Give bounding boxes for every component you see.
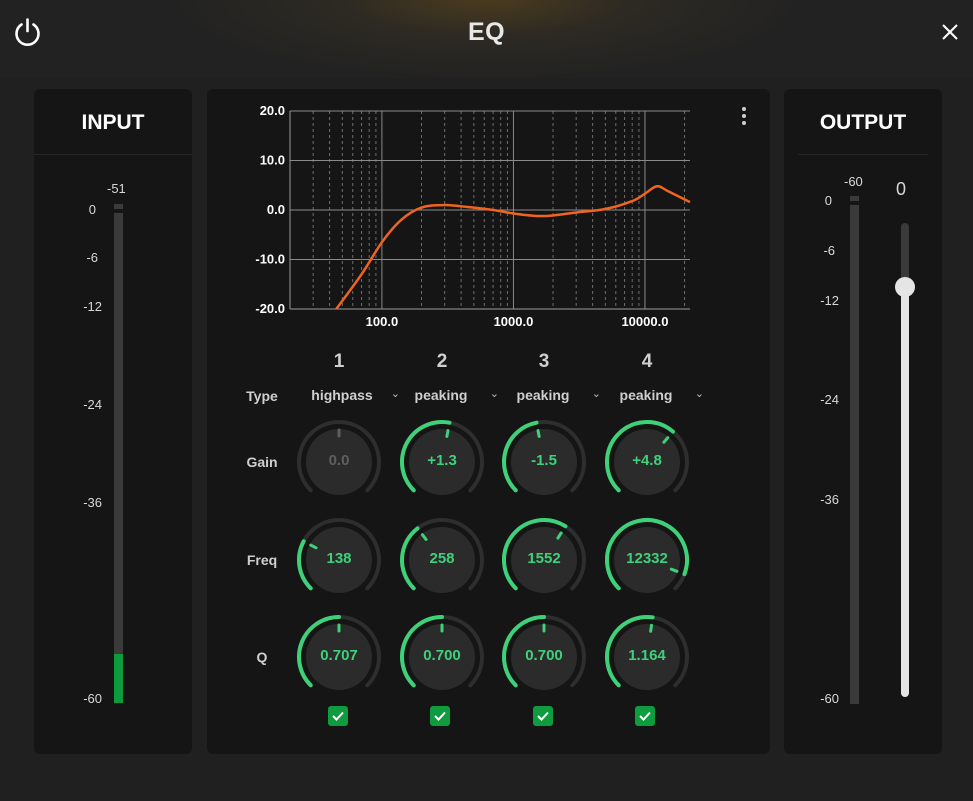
band-2-gain-value: +1.3 (427, 452, 457, 469)
output-peak-indicator (850, 196, 859, 201)
input-peak-value: -51 (107, 181, 126, 196)
eq-window: EQ INPUT -51 0 -6 -12 -24 -36 -60 20.0 10 (0, 0, 973, 801)
band-1-type-select[interactable]: highpass ⌄ (302, 385, 400, 407)
band-number-3: 3 (538, 351, 550, 372)
band-3-type-select[interactable]: peaking ⌄ (503, 385, 601, 407)
band-2-gain-knob[interactable]: +1.3 (396, 416, 488, 508)
input-panel: INPUT -51 0 -6 -12 -24 -36 -60 (34, 89, 192, 754)
band-number-4: 4 (641, 351, 653, 372)
input-scale-label: -36 (83, 495, 102, 510)
divider (34, 154, 192, 155)
input-scale-label: -60 (83, 691, 102, 706)
output-scale-label: -6 (823, 243, 835, 258)
output-gain-value: 0 (896, 179, 907, 199)
power-icon[interactable] (10, 15, 45, 50)
band-2-q-value: 0.700 (423, 647, 461, 664)
divider (798, 154, 928, 155)
output-scale-label: 0 (824, 193, 832, 208)
x-tick-label: 1000.0 (494, 314, 534, 329)
output-level-meter (850, 205, 859, 704)
band-3-q-value: 0.700 (525, 647, 563, 664)
x-tick-label: 10000.0 (621, 314, 668, 329)
input-scale-label: -6 (86, 250, 98, 265)
band-number-2: 2 (436, 351, 448, 372)
output-gain-slider-fill (901, 287, 909, 697)
output-scale-label: -24 (820, 392, 839, 407)
band-4-q-knob[interactable]: 1.164 (601, 611, 693, 703)
output-title: OUTPUT (819, 111, 907, 134)
input-peak-indicator (114, 204, 123, 209)
more-vertical-icon[interactable] (738, 106, 750, 128)
band-3-freq-knob[interactable]: 1552 (498, 514, 590, 606)
input-level-meter (114, 213, 123, 703)
band-4-freq-knob[interactable]: 12332 (601, 514, 693, 606)
title-bar: EQ (0, 0, 973, 78)
band-2-type-select[interactable]: peaking ⌄ (401, 385, 499, 407)
output-peak-value: -60 (844, 174, 863, 189)
type-row-label: Type (246, 388, 278, 404)
band-1-q-value: 0.707 (320, 647, 358, 664)
q-row-label: Q (256, 649, 268, 665)
y-tick-label: 20.0 (260, 103, 285, 118)
checkmark-icon (332, 711, 344, 721)
output-panel: OUTPUT -60 0 -6 -12 -24 -36 -60 0 (784, 89, 942, 754)
y-tick-label: 10.0 (260, 153, 285, 168)
band-1-enable-checkbox[interactable] (328, 706, 348, 726)
checkmark-icon (537, 711, 549, 721)
band-4-enable-checkbox[interactable] (635, 706, 655, 726)
close-icon[interactable] (938, 20, 962, 44)
gain-row-label: Gain (246, 454, 278, 470)
band-number-1: 1 (333, 351, 345, 372)
y-tick-label: -10.0 (255, 252, 285, 267)
band-1-gain-knob[interactable]: 0.0 (293, 416, 385, 508)
checkmark-icon (639, 711, 651, 721)
band-3-freq-value: 1552 (527, 550, 561, 567)
band-4-freq-value: 12332 (626, 550, 668, 567)
band-1-freq-value: 138 (326, 550, 352, 567)
output-scale-label: -60 (820, 691, 839, 706)
band-2-freq-value: 258 (429, 550, 455, 567)
input-scale-label: 0 (88, 202, 96, 217)
y-tick-label: -20.0 (255, 301, 285, 316)
band-2-enable-checkbox[interactable] (430, 706, 450, 726)
freq-row-label: Freq (246, 552, 278, 568)
input-scale-label: -24 (83, 397, 102, 412)
band-4-gain-value: +4.8 (632, 452, 662, 469)
band-1-q-knob[interactable]: 0.707 (293, 611, 385, 703)
band-3-q-knob[interactable]: 0.700 (498, 611, 590, 703)
band-3-gain-value: -1.5 (531, 452, 557, 469)
x-tick-label: 100.0 (366, 314, 399, 329)
output-scale-label: -36 (820, 492, 839, 507)
band-4-q-value: 1.164 (628, 647, 666, 664)
output-gain-slider-thumb[interactable] (895, 277, 915, 297)
checkmark-icon (434, 711, 446, 721)
band-1-freq-knob[interactable]: 138 (293, 514, 385, 606)
chevron-down-icon: ⌄ (489, 388, 499, 400)
chevron-down-icon: ⌄ (694, 388, 704, 400)
band-1-type-value: highpass (311, 387, 373, 403)
band-2-freq-knob[interactable]: 258 (396, 514, 488, 606)
y-tick-label: 0.0 (267, 202, 285, 217)
band-2-q-knob[interactable]: 0.700 (396, 611, 488, 703)
band-3-gain-knob[interactable]: -1.5 (498, 416, 590, 508)
input-level-fill (114, 654, 123, 703)
chevron-down-icon: ⌄ (390, 388, 400, 400)
band-3-enable-checkbox[interactable] (533, 706, 553, 726)
window-title: EQ (467, 18, 506, 46)
frequency-response-graph[interactable]: 20.0 10.0 0.0 -10.0 -20.0 100.0 1000.0 10000.0 (207, 89, 770, 329)
eq-panel: 20.0 10.0 0.0 -10.0 -20.0 100.0 1000.0 10000.0 … (207, 89, 770, 754)
input-scale-label: -12 (83, 299, 102, 314)
band-4-type-select[interactable]: peaking ⌄ (606, 385, 704, 407)
band-4-gain-knob[interactable]: +4.8 (601, 416, 693, 508)
band-1-gain-value: 0.0 (328, 452, 350, 469)
output-scale-label: -12 (820, 293, 839, 308)
band-2-type-value: peaking (414, 387, 468, 403)
band-4-type-value: peaking (619, 387, 673, 403)
band-3-type-value: peaking (516, 387, 570, 403)
input-title: INPUT (81, 111, 145, 134)
chevron-down-icon: ⌄ (591, 388, 601, 400)
